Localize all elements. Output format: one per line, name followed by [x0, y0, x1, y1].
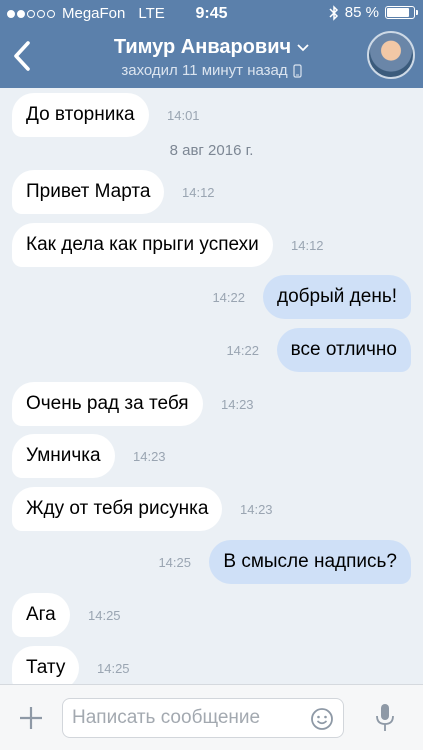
input-bar	[0, 684, 423, 750]
message-input-field	[62, 698, 344, 738]
message-bubble[interactable]: Ага	[12, 593, 70, 637]
message-time: 14:23	[221, 397, 254, 412]
incoming-message[interactable]: До вторника 14:01	[0, 93, 423, 137]
last-seen-status: заходил 11 минут назад	[121, 62, 288, 79]
message-bubble[interactable]: все отлично	[276, 328, 411, 372]
message-time: 14:22	[226, 343, 259, 358]
battery-percent: 85 %	[344, 4, 379, 21]
incoming-message[interactable]: Ага 14:25	[0, 593, 423, 637]
message-bubble[interactable]: Жду от тебя рисунка	[12, 487, 223, 531]
message-bubble[interactable]: Привет Марта	[12, 170, 165, 214]
contact-name: Тимур Анварович	[113, 36, 292, 58]
battery-icon	[385, 6, 418, 19]
message-bubble[interactable]: Умничка	[12, 434, 115, 478]
message-time: 14:25	[97, 661, 130, 676]
message-time: 14:22	[212, 290, 245, 305]
message-time: 14:12	[182, 185, 215, 200]
avatar[interactable]	[367, 31, 415, 79]
date-separator: 8 авг 2016 г.	[169, 142, 254, 159]
message-bubble[interactable]: Тату	[12, 646, 80, 684]
message-bubble[interactable]: Очень рад за тебя	[12, 382, 203, 426]
message-bubble[interactable]: В смысле надпись?	[209, 540, 411, 584]
message-input[interactable]	[63, 699, 303, 737]
message-time: 14:01	[167, 108, 200, 123]
message-time: 14:25	[158, 555, 191, 570]
phone-icon	[293, 63, 302, 78]
message-bubble[interactable]: добрый день!	[263, 275, 411, 319]
message-bubble[interactable]: До вторника	[12, 93, 149, 137]
plus-icon[interactable]	[16, 703, 46, 733]
chat-title[interactable]: Тимур Анварович заходил 11 минут назад	[90, 36, 333, 80]
incoming-message[interactable]: Привет Марта 14:12	[0, 170, 423, 214]
outgoing-message[interactable]: все отлично 14:22	[0, 328, 423, 372]
chevron-down-icon	[297, 43, 309, 51]
message-list[interactable]: До вторника 14:01 8 авг 2016 г. Привет Март…	[0, 88, 423, 684]
outgoing-message[interactable]: добрый день! 14:22	[0, 275, 423, 319]
incoming-message[interactable]: Как дела как прыги успехи 14:12	[0, 223, 423, 267]
incoming-message[interactable]: Умничка 14:23	[0, 434, 423, 478]
chevron-left-icon[interactable]	[8, 38, 36, 74]
emoji-icon[interactable]	[310, 707, 334, 731]
header-bar: MegaFon LTE 9:45 85 % Тимур Анварович за…	[0, 0, 423, 88]
message-time: 14:23	[240, 502, 273, 517]
outgoing-message[interactable]: В смысле надпись? 14:25	[0, 540, 423, 584]
bluetooth-icon	[329, 4, 338, 21]
message-time: 14:12	[291, 238, 324, 253]
message-bubble[interactable]: Как дела как прыги успехи	[12, 223, 273, 267]
incoming-message[interactable]: Жду от тебя рисунка 14:23	[0, 487, 423, 531]
status-bar: MegaFon LTE 9:45 85 %	[0, 0, 423, 28]
message-time: 14:23	[133, 449, 166, 464]
message-time: 14:25	[88, 608, 121, 623]
incoming-message[interactable]: Очень рад за тебя 14:23	[0, 382, 423, 426]
microphone-icon[interactable]	[375, 702, 395, 734]
incoming-message[interactable]: Тату 14:25	[0, 646, 423, 684]
